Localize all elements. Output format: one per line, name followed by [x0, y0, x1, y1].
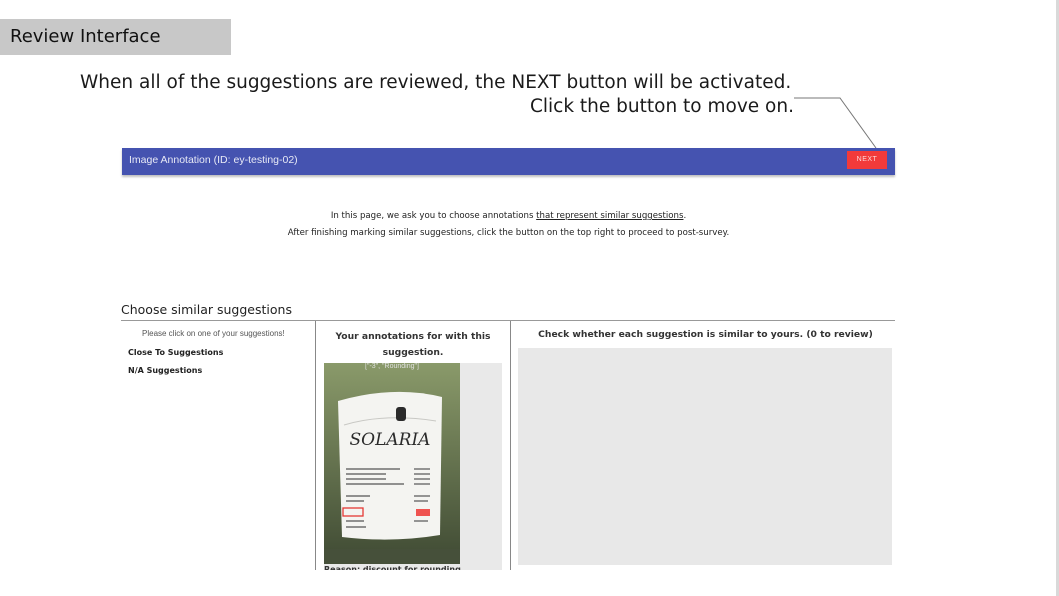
instruction-period: .: [683, 211, 687, 221]
na-suggestions-link[interactable]: N/A Suggestions: [128, 366, 202, 375]
column-divider-right: [510, 321, 511, 570]
caption-line-1: When all of the suggestions are reviewed…: [80, 72, 792, 93]
review-title: Check whether each suggestion is similar…: [538, 329, 873, 340]
receipt-image: SOLARIA: [324, 363, 460, 564]
instruction-line-1: In this page, we ask you to choose annot…: [122, 211, 895, 221]
image-label: ["-3", "Rounding"]: [365, 363, 419, 370]
column-divider-left: [315, 321, 316, 570]
svg-text:SOLARIA: SOLARIA: [350, 430, 431, 450]
close-to-suggestions-link[interactable]: Close To Suggestions: [128, 348, 223, 357]
receipt-photo: SOLARIA ["-3", "Rounding"]: [324, 363, 460, 564]
instruction-emphasis: that represent similar suggestions: [536, 211, 684, 221]
app-header: Image Annotation (ID: ey-testing-02) NEX…: [122, 148, 895, 175]
review-panel: [518, 348, 892, 565]
next-button[interactable]: NEXT: [847, 151, 887, 169]
section-title: Choose similar suggestions: [121, 302, 292, 317]
annotations-title: Your annotations for with this suggestio…: [335, 331, 491, 358]
section-divider: [121, 320, 895, 321]
instruction-line-2: After finishing marking similar suggesti…: [287, 228, 730, 238]
suggestions-hint: Please click on one of your suggestions!: [142, 329, 285, 338]
caption-line-2: Click the button to move on.: [529, 96, 794, 117]
instruction-text: In this page, we ask you to choose annot…: [330, 211, 537, 221]
slide-title: Review Interface: [0, 19, 231, 55]
reason-text: Reason: discount for rounding: [324, 566, 461, 570]
app-title: Image Annotation (ID: ey-testing-02): [129, 154, 298, 166]
